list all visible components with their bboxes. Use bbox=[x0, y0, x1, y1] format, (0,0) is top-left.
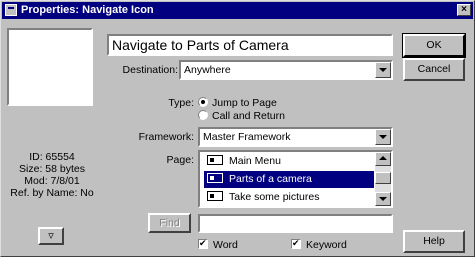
window-menu-icon[interactable] bbox=[5, 4, 17, 16]
type-label: Type: bbox=[168, 97, 194, 109]
radio-label: Jump to Page bbox=[212, 97, 277, 109]
list-item[interactable]: Take some pictures bbox=[204, 189, 374, 206]
find-field[interactable] bbox=[198, 214, 393, 233]
navigate-icon: ▿ bbox=[48, 230, 54, 242]
icon-referenced-by-name: Ref. by Name: No bbox=[10, 187, 94, 199]
close-button[interactable]: × bbox=[457, 4, 471, 16]
destination-dropdown[interactable]: Anywhere bbox=[179, 60, 393, 80]
word-checkbox[interactable]: Word bbox=[198, 238, 238, 251]
map-icon bbox=[207, 191, 223, 201]
map-icon bbox=[207, 173, 223, 183]
icon-name-field[interactable]: Navigate to Parts of Camera bbox=[107, 34, 393, 56]
chevron-down-icon[interactable] bbox=[375, 129, 391, 145]
page-label: Page: bbox=[166, 154, 194, 166]
destination-value: Anywhere bbox=[184, 64, 231, 76]
ok-button[interactable]: OK bbox=[402, 33, 466, 58]
title-bar[interactable]: Properties: Navigate Icon × bbox=[2, 2, 473, 19]
destination-label: Destination: bbox=[122, 64, 178, 76]
cancel-button[interactable]: Cancel bbox=[403, 58, 465, 81]
chevron-down-icon[interactable] bbox=[375, 62, 391, 78]
radio-unselected-icon bbox=[198, 110, 208, 120]
icon-modified: Mod: 7/8/01 bbox=[24, 175, 80, 187]
scroll-down-icon[interactable] bbox=[375, 192, 391, 206]
icon-id: ID: 65554 bbox=[29, 151, 75, 163]
map-icon bbox=[207, 155, 223, 165]
scroll-thumb[interactable] bbox=[375, 172, 391, 184]
framework-value: Master Framework bbox=[203, 131, 291, 143]
icon-preview bbox=[7, 28, 93, 106]
radio-selected-icon bbox=[198, 97, 208, 107]
window-title: Properties: Navigate Icon bbox=[21, 4, 154, 16]
radio-label: Call and Return bbox=[212, 110, 285, 122]
list-item[interactable]: Main Menu bbox=[204, 153, 374, 170]
checkbox-checked-icon bbox=[291, 238, 301, 249]
properties-dialog: Properties: Navigate Icon × ID: 65554 Si… bbox=[0, 0, 475, 257]
framework-dropdown[interactable]: Master Framework bbox=[198, 127, 393, 147]
page-list[interactable]: Main Menu Parts of a camera Take some pi… bbox=[198, 150, 393, 208]
page-list-scrollbar[interactable] bbox=[375, 152, 391, 206]
scroll-up-icon[interactable] bbox=[375, 152, 391, 166]
checkbox-checked-icon bbox=[198, 238, 208, 249]
radio-jump-to-page[interactable]: Jump to Page bbox=[198, 97, 277, 109]
radio-call-and-return[interactable]: Call and Return bbox=[198, 110, 285, 122]
icon-type-button[interactable]: ▿ bbox=[38, 227, 64, 245]
list-item-selected[interactable]: Parts of a camera bbox=[204, 171, 374, 188]
icon-size: Size: 58 bytes bbox=[19, 163, 85, 175]
framework-label: Framework: bbox=[138, 131, 194, 143]
keyword-checkbox[interactable]: Keyword bbox=[291, 238, 347, 251]
help-button[interactable]: Help bbox=[403, 230, 465, 253]
find-button[interactable]: Find bbox=[148, 213, 191, 233]
